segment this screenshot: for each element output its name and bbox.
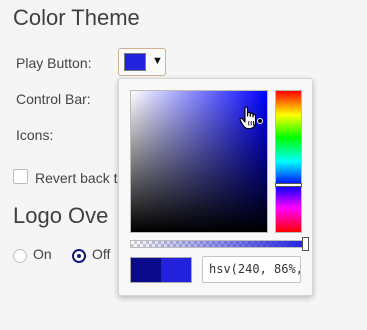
hue-slider[interactable] [275, 90, 302, 233]
revert-checkbox[interactable] [13, 169, 28, 184]
icons-label: Icons: [16, 127, 54, 143]
logo-overlay-off-radio[interactable] [72, 249, 86, 263]
caret-down-icon: ▼ [152, 55, 163, 67]
logo-overlay-off-label: Off [92, 246, 111, 262]
play-button-color-dropdown[interactable]: ▼ [118, 48, 166, 76]
hand-pointer-icon [239, 106, 257, 130]
play-button-color-swatch [124, 53, 146, 71]
color-picker-popup: hsv(240, 86%, 8 [118, 78, 313, 296]
previous-color-swatch[interactable] [131, 258, 161, 282]
color-value-input[interactable]: hsv(240, 86%, 8 [202, 256, 301, 283]
hue-slider-handle[interactable] [275, 183, 302, 187]
current-color-swatch [161, 258, 191, 282]
alpha-slider[interactable] [130, 237, 309, 251]
logo-overlay-on-radio[interactable] [13, 249, 27, 263]
play-button-label: Play Button: [16, 55, 92, 71]
color-preview [130, 257, 192, 283]
color-theme-heading: Color Theme [13, 5, 140, 30]
logo-overlay-heading: Logo Ove [13, 203, 109, 228]
logo-overlay-on-label: On [33, 246, 52, 262]
revert-label: Revert back t [35, 170, 118, 186]
alpha-slider-handle[interactable] [302, 237, 309, 251]
control-bar-label: Control Bar: [16, 91, 91, 107]
